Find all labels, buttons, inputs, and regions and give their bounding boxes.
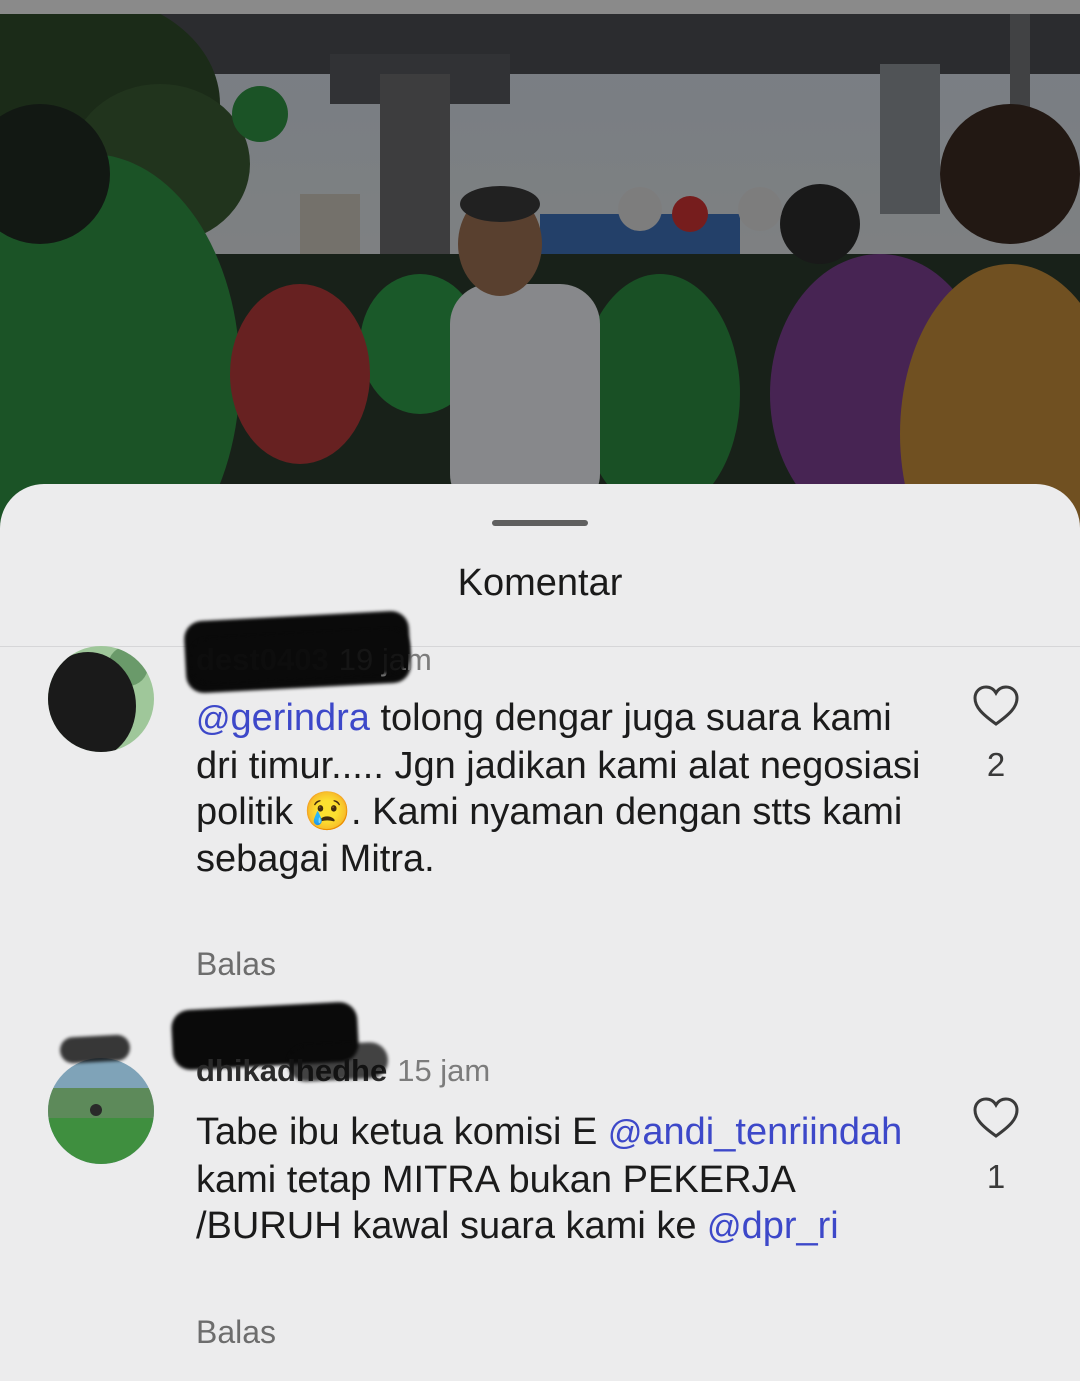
like-button[interactable]: 1 (966, 1096, 1026, 1196)
mention-link[interactable]: @andi_tenriindah (608, 1111, 902, 1153)
heart-outline-icon (973, 1097, 1019, 1138)
comments-sheet: Komentar dest040319 jam @gerindra tolong… (0, 484, 1080, 1381)
avatar-image (48, 1058, 154, 1164)
like-button[interactable]: 2 (966, 684, 1026, 784)
divider (0, 646, 1080, 647)
comment-text: Tabe ibu ketua komisi E @andi_tenriindah… (196, 1109, 936, 1251)
timestamp: 15 jam (397, 1053, 491, 1088)
avatar[interactable] (48, 646, 154, 752)
sheet-title: Komentar (457, 562, 623, 604)
comment-text: @gerindra tolong dengar juga suara kami … (196, 697, 921, 880)
avatar-image (48, 646, 154, 752)
at-icon: @ (707, 1208, 742, 1246)
heart-outline-icon (973, 685, 1019, 726)
drag-handle[interactable] (492, 520, 588, 526)
redaction-mark (287, 1041, 389, 1083)
crying-face-emoji: 😢 (303, 791, 352, 833)
reply-button[interactable]: Balas (196, 946, 276, 983)
at-icon: @ (607, 1114, 643, 1152)
at-icon: @ (196, 700, 231, 738)
protest-crowd-image (0, 14, 1080, 554)
post-photo[interactable] (0, 14, 1080, 554)
like-count: 1 (986, 1158, 1006, 1195)
avatar[interactable] (48, 1058, 154, 1164)
mention-link[interactable]: @dpr_ri (707, 1205, 839, 1247)
reply-button[interactable]: Balas (196, 1314, 276, 1351)
like-count: 2 (986, 746, 1006, 783)
status-strip (0, 0, 1080, 14)
redaction-mark (59, 1034, 131, 1064)
mention-link[interactable]: @gerindra (196, 697, 370, 739)
